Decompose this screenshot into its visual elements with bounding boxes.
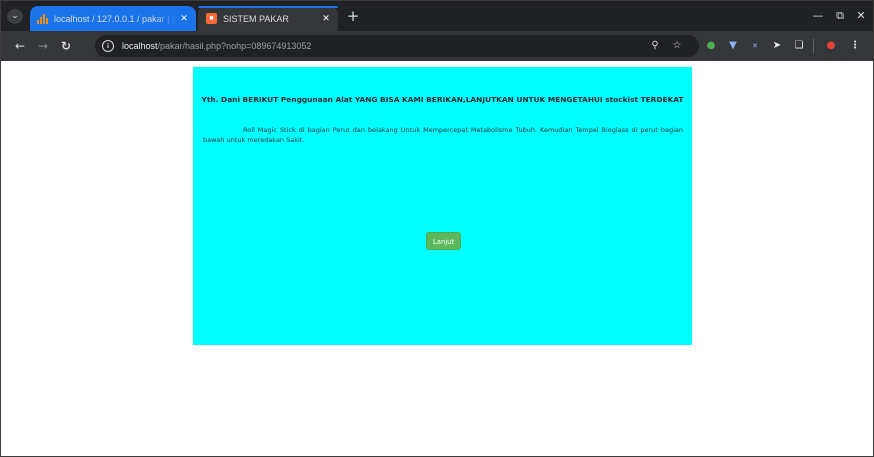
browser-window: ⌄ localhost / 127.0.0.1 / pakar | phpMyA…: [0, 0, 874, 457]
tab-strip: ⌄ localhost / 127.0.0.1 / pakar | phpMyA…: [1, 1, 873, 31]
tab-title: localhost / 127.0.0.1 / pakar | phpMyAdm…: [54, 13, 178, 24]
tab-title: SISTEM PAKAR: [223, 13, 289, 24]
site-info-icon[interactable]: i: [102, 40, 114, 52]
phpmyadmin-favicon-icon: [37, 13, 49, 24]
result-description: Roll Magic Stick di bagian Perut dan bel…: [203, 126, 683, 144]
bookmark-star-icon[interactable]: ☆: [669, 38, 685, 54]
new-tab-button[interactable]: +: [344, 7, 362, 25]
puzzle-extensions-icon[interactable]: ❏: [791, 38, 807, 54]
address-bar[interactable]: i localhost/pakar/hasil.php?nohp=0896749…: [95, 35, 699, 57]
browser-toolbar: ← → ↻ i localhost/pakar/hasil.php?nohp=0…: [1, 31, 873, 61]
result-heading: Yth. Dani BERIKUT Penggunaan Alat YANG B…: [201, 95, 684, 104]
site-favicon-icon: ■: [206, 13, 217, 24]
back-icon[interactable]: ←: [11, 37, 29, 55]
tab-sistem-pakar[interactable]: ■ SISTEM PAKAR ✕: [198, 6, 338, 31]
close-tab-icon[interactable]: ✕: [320, 13, 332, 24]
minimize-icon[interactable]: —: [807, 7, 829, 25]
result-panel: Yth. Dani BERIKUT Penggunaan Alat YANG B…: [193, 67, 692, 345]
restore-icon[interactable]: ⧉: [829, 7, 851, 25]
extension-close-icon[interactable]: ✕: [747, 38, 763, 54]
toolbar-divider: [813, 39, 814, 53]
lanjut-button[interactable]: Lanjut: [426, 232, 461, 250]
reload-icon[interactable]: ↻: [57, 37, 75, 55]
kebab-menu-icon[interactable]: ⋮: [847, 38, 863, 54]
extension-arrow-icon[interactable]: ➤: [769, 38, 785, 54]
extension-leaf-icon[interactable]: ●: [703, 38, 719, 54]
profile-avatar-icon[interactable]: ●: [823, 38, 839, 54]
page-viewport: Yth. Dani BERIKUT Penggunaan Alat YANG B…: [1, 61, 873, 456]
url-text[interactable]: localhost/pakar/hasil.php?nohp=089674913…: [122, 35, 311, 57]
close-tab-icon[interactable]: ✕: [178, 13, 190, 24]
tab-phpmyadmin[interactable]: localhost / 127.0.0.1 / pakar | phpMyAdm…: [30, 6, 196, 31]
close-window-icon[interactable]: ✕: [850, 7, 872, 25]
forward-icon[interactable]: →: [34, 37, 52, 55]
tab-search-icon[interactable]: ⌄: [7, 9, 23, 24]
zoom-icon[interactable]: ⚲: [647, 38, 663, 54]
extension-shield-icon[interactable]: ▼: [725, 38, 741, 54]
